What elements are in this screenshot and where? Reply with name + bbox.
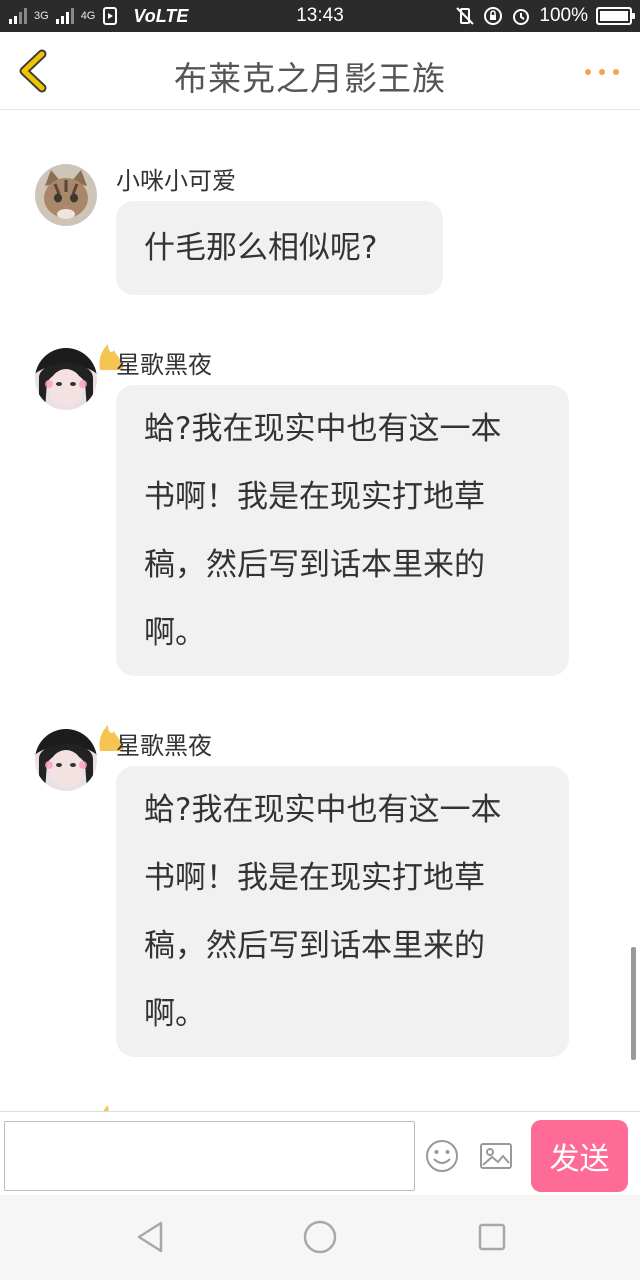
navigation-bar	[0, 1195, 640, 1280]
sender-name: 星歌黑夜	[116, 351, 212, 379]
message-input[interactable]	[4, 1121, 415, 1191]
battery-percent: 100%	[539, 5, 588, 26]
message-line: 蛤?我在现实中也有这一本	[144, 411, 502, 447]
nav-home-button[interactable]	[302, 1219, 338, 1255]
triangle-back-icon	[137, 1221, 163, 1253]
rotation-lock-icon	[484, 7, 503, 25]
message-bubble[interactable]: 什毛那么相似呢?	[116, 201, 443, 295]
more-dots-icon	[585, 69, 619, 75]
user-avatar-image	[35, 348, 97, 410]
user-avatar-image	[35, 729, 97, 791]
message-line: 啊。	[144, 615, 206, 651]
alarm-icon	[513, 9, 530, 25]
square-recents-icon	[478, 1223, 506, 1251]
sender-name: 星歌黑夜	[116, 732, 212, 760]
status-bar: 3G 4G VoLTE 13:43 100%	[0, 0, 640, 32]
scrollbar[interactable]	[631, 947, 636, 1060]
image-button[interactable]	[478, 1138, 514, 1174]
avatar[interactable]	[35, 164, 97, 226]
status-right: 100%	[455, 4, 635, 28]
image-icon	[480, 1143, 512, 1169]
nav-recents-button[interactable]	[474, 1219, 510, 1255]
sender-name: 小咪小可爱	[116, 167, 236, 195]
page-title: 布莱克之月影王族	[174, 59, 446, 98]
more-button[interactable]	[582, 62, 622, 82]
chat-list[interactable]: 小咪小可爱 什毛那么相似呢? 星歌黑夜 蛤?我在现实中也有这一本 书啊！我是在现	[0, 111, 640, 1111]
message-bubble[interactable]: 蛤?我在现实中也有这一本 书啊！我是在现实打地草 稿，然后写到话本里来的 啊。	[116, 766, 569, 1057]
cat-avatar-image	[35, 164, 97, 226]
send-button[interactable]: 发送	[531, 1120, 628, 1192]
avatar[interactable]	[35, 348, 97, 410]
header-bar: 布莱克之月影王族	[0, 32, 640, 110]
message-line: 书啊！我是在现实打地草	[144, 479, 485, 515]
message-line: 啊。	[144, 996, 206, 1032]
message-line: 书啊！我是在现实打地草	[144, 860, 485, 896]
chevron-left-icon	[19, 49, 47, 93]
input-bar: 发送	[0, 1111, 640, 1195]
message-line: 稿，然后写到话本里来的	[144, 928, 485, 964]
back-button[interactable]	[10, 46, 60, 96]
message-line: 什毛那么相似呢?	[144, 230, 378, 266]
message-line: 稿，然后写到话本里来的	[144, 547, 485, 583]
nav-back-button[interactable]	[133, 1219, 169, 1255]
message-bubble[interactable]: 蛤?我在现实中也有这一本 书啊！我是在现实打地草 稿，然后写到话本里来的 啊。	[116, 385, 569, 676]
crown-icon	[103, 1105, 114, 1111]
emoji-button[interactable]	[424, 1138, 460, 1174]
battery-icon	[596, 7, 635, 25]
circle-home-icon	[303, 1220, 337, 1254]
avatar[interactable]	[35, 729, 97, 791]
message-line: 蛤?我在现实中也有这一本	[144, 792, 502, 828]
smiley-icon	[426, 1140, 458, 1172]
vibrate-off-icon	[456, 7, 475, 25]
